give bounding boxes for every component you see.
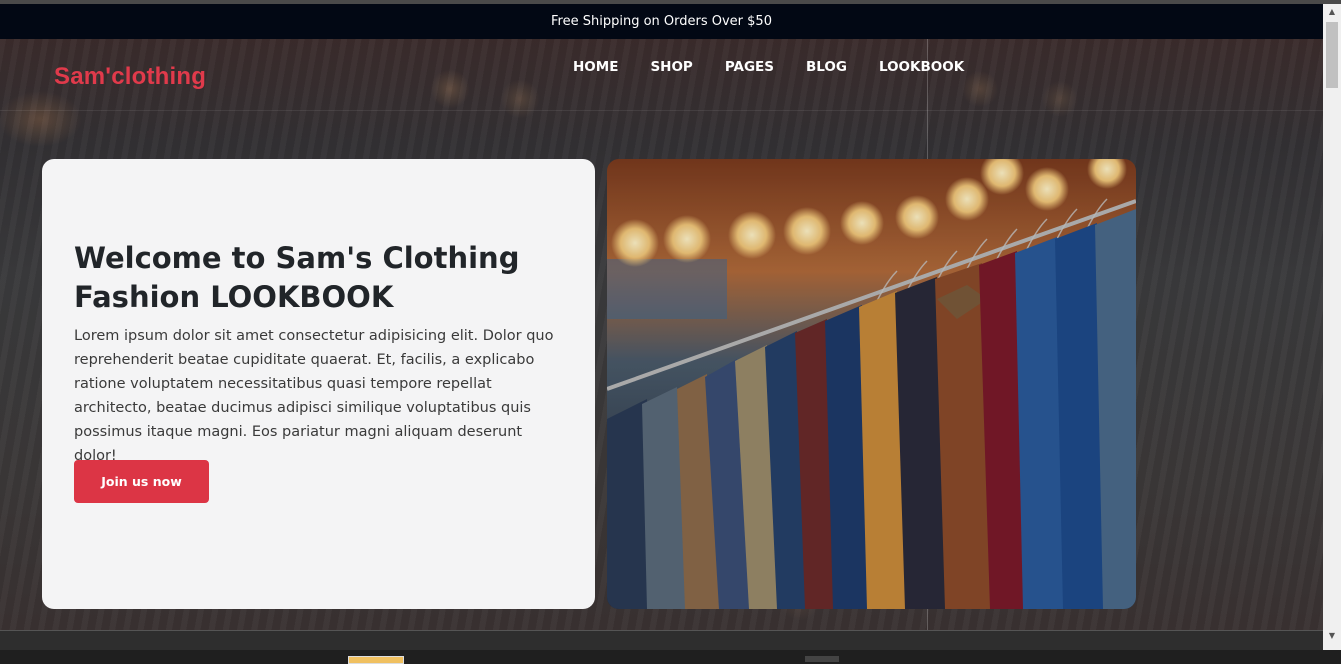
main-nav: HOME SHOP PAGES BLOG LOOKBOOK — [573, 59, 964, 75]
header-divider — [0, 110, 1323, 111]
taskbar-app-icon-active[interactable] — [805, 656, 839, 662]
join-us-button[interactable]: Join us now — [74, 460, 209, 503]
announcement-text: Free Shipping on Orders Over $50 — [551, 14, 772, 29]
scrollbar-thumb[interactable] — [1326, 22, 1338, 88]
nav-item-pages[interactable]: PAGES — [725, 59, 774, 75]
arrow-down-icon[interactable]: ▼ — [1323, 628, 1341, 644]
nav-item-shop[interactable]: SHOP — [650, 59, 692, 75]
os-taskbar — [0, 650, 1341, 664]
hero-title: Welcome to Sam's Clothing Fashion LOOKBO… — [74, 241, 520, 314]
nav-item-blog[interactable]: BLOG — [806, 59, 847, 75]
arrow-up-icon[interactable]: ▲ — [1323, 4, 1341, 20]
vertical-scrollbar[interactable] — [1323, 4, 1341, 664]
nav-item-home[interactable]: HOME — [573, 59, 618, 75]
announcement-bar: Free Shipping on Orders Over $50 — [0, 4, 1323, 39]
page-bottom-strip — [0, 630, 1323, 651]
hero-image-clothing-rack — [607, 159, 1136, 609]
hero-card: Welcome to Sam's Clothing Fashion LOOKBO… — [42, 159, 595, 609]
brand-logo[interactable]: Sam'clothing — [54, 63, 206, 91]
clothing-rack-image — [607, 159, 1136, 609]
hero-section: Sam'clothing HOME SHOP PAGES BLOG LOOKBO… — [0, 39, 1323, 630]
hero-body: Lorem ipsum dolor sit amet consectetur a… — [74, 328, 554, 464]
taskbar-app-icon[interactable] — [348, 656, 404, 664]
nav-item-lookbook[interactable]: LOOKBOOK — [879, 59, 964, 75]
